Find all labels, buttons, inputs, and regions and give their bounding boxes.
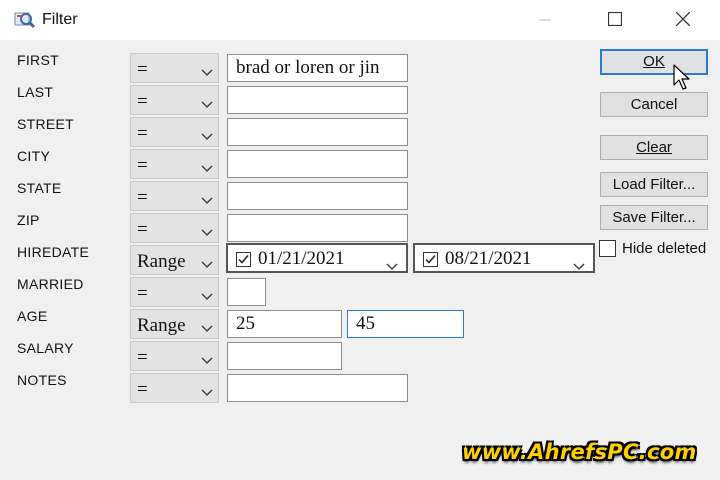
hiredate-to-picker[interactable]: 08/21/2021 [413,243,595,273]
operator-select-age[interactable]: Range [130,309,219,339]
label-first: FIRST [17,52,59,68]
date-enabled-checkbox[interactable] [236,251,251,273]
operator-value: = [137,219,148,240]
chevron-down-icon [201,288,213,306]
operator-value: = [137,187,148,208]
label-age: AGE [17,308,48,324]
operator-select-married[interactable]: = [130,277,219,307]
close-icon[interactable] [660,4,706,36]
operator-value: = [137,123,148,144]
ok-button-label: OK [643,53,665,70]
street-value-input[interactable] [227,118,408,146]
operator-value: = [137,91,148,112]
operator-value: = [137,59,148,80]
chevron-down-icon [201,352,213,370]
operator-select-last[interactable]: = [130,85,219,115]
label-notes: NOTES [17,372,67,388]
notes-value-input[interactable] [227,374,408,402]
operator-select-notes[interactable]: = [130,373,219,403]
age-to-input[interactable]: 45 [347,310,464,338]
first-value-input[interactable]: brad or loren or jin [227,54,408,82]
clear-button[interactable]: Clear [600,135,708,160]
mouse-cursor-icon [673,64,693,97]
watermark-text: www.AhrefsPC.com [462,440,697,464]
chevron-down-icon [201,64,213,82]
save-filter-button[interactable]: Save Filter... [600,205,708,230]
label-married: MARRIED [17,276,84,292]
operator-select-salary[interactable]: = [130,341,219,371]
load-filter-button-label: Load Filter... [612,176,696,193]
operator-value: Range [137,251,186,272]
chevron-down-icon [201,256,213,274]
label-state: STATE [17,180,62,196]
load-filter-button[interactable]: Load Filter... [600,172,708,197]
hiredate-from-picker[interactable]: 01/21/2021 [226,243,408,273]
maximize-icon[interactable] [592,4,638,36]
label-city: CITY [17,148,51,164]
hiredate-to-value: 08/21/2021 [445,248,532,269]
city-value-input[interactable] [227,150,408,178]
operator-select-first[interactable]: = [130,53,219,83]
label-hiredate: HIREDATE [17,244,90,260]
operator-select-city[interactable]: = [130,149,219,179]
hide-deleted-checkbox[interactable] [599,240,616,257]
state-value-input[interactable] [227,182,408,210]
operator-value: = [137,283,148,304]
minimize-icon[interactable] [522,4,568,36]
chevron-down-icon [201,224,213,242]
chevron-down-icon [201,384,213,402]
chevron-down-icon [573,255,585,277]
operator-value: = [137,379,148,400]
title-bar: Filter [0,0,720,40]
label-last: LAST [17,84,54,100]
age-from-input[interactable]: 25 [227,310,342,338]
operator-select-street[interactable]: = [130,117,219,147]
chevron-down-icon [386,255,398,277]
married-value-input[interactable] [227,278,266,306]
chevron-down-icon [201,160,213,178]
label-zip: ZIP [17,212,40,228]
operator-select-hiredate[interactable]: Range [130,245,219,275]
chevron-down-icon [201,128,213,146]
filter-app-icon [14,10,36,30]
window-title: Filter [42,11,78,28]
date-enabled-checkbox[interactable] [423,251,438,273]
cancel-button-label: Cancel [630,96,678,113]
clear-button-label: Clear [636,139,672,156]
hiredate-from-value: 01/21/2021 [258,248,345,269]
operator-value: = [137,347,148,368]
operator-value: Range [137,315,186,336]
operator-select-zip[interactable]: = [130,213,219,243]
operator-select-state[interactable]: = [130,181,219,211]
label-street: STREET [17,116,75,132]
zip-value-input[interactable] [227,214,408,242]
label-salary: SALARY [17,340,74,356]
hide-deleted-label: Hide deleted [622,240,707,257]
chevron-down-icon [201,320,213,338]
chevron-down-icon [201,96,213,114]
chevron-down-icon [201,192,213,210]
save-filter-button-label: Save Filter... [612,209,696,226]
operator-value: = [137,155,148,176]
salary-value-input[interactable] [227,342,342,370]
last-value-input[interactable] [227,86,408,114]
